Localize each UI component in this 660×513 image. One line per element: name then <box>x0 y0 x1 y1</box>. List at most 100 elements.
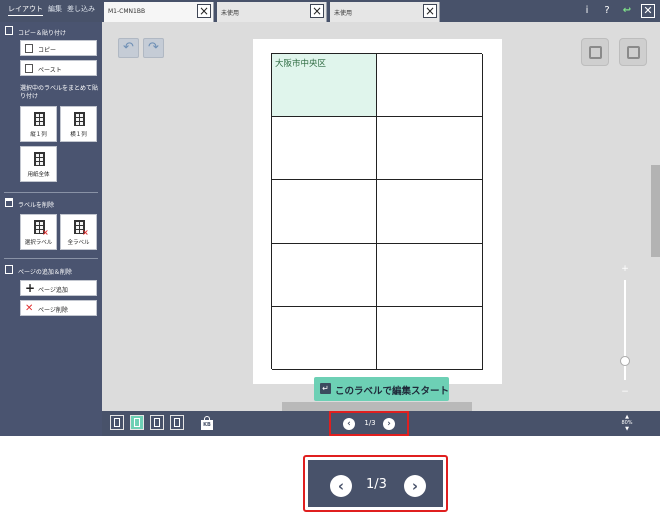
app-window: レイアウト 編集 差し込み M1-CMN1BB × 未使用 × 未使用 × i … <box>0 0 660 513</box>
delete-page-label: ページ削除 <box>38 307 68 314</box>
tab-layout[interactable]: レイアウト <box>8 4 43 16</box>
save-button[interactable] <box>581 38 609 66</box>
sidebar-divider <box>4 192 98 193</box>
copy-button-label: コピー <box>38 47 57 54</box>
label-cell[interactable] <box>272 180 377 244</box>
close-icon: ✕ <box>25 303 34 314</box>
add-page-button[interactable]: + ページ追加 <box>20 280 97 296</box>
zoom-knob[interactable] <box>620 356 630 366</box>
delete-page-button[interactable]: ✕ ページ削除 <box>20 300 97 316</box>
sidebar: コピー＆貼り付け コピー ペースト 選択中のラベルをまとめて貼り付け 縦１列 横… <box>0 22 102 436</box>
view-mode-1-button[interactable] <box>110 415 124 430</box>
undo-icon[interactable]: ↩ <box>621 3 633 19</box>
copy-icon <box>25 44 33 53</box>
trash-icon <box>5 198 13 207</box>
copy-button[interactable]: コピー <box>20 40 97 56</box>
grid-icon <box>34 152 45 166</box>
undo-arrow-icon: ↶ <box>123 40 134 55</box>
doc-tab-3[interactable]: 未使用 × <box>330 2 440 22</box>
page-indicator: 1/3 <box>364 419 376 427</box>
page-navigator: ‹ 1/3 › <box>329 411 409 436</box>
canvas-area: ↶ ↷ 大阪市中央区 + − ↵ このラベルで編集スタート <box>102 22 660 411</box>
label-cell[interactable] <box>272 243 377 307</box>
label-cell[interactable] <box>377 54 483 118</box>
fill-sheet-button[interactable]: 用紙全体 <box>20 146 57 182</box>
fill-sheet-label: 用紙全体 <box>27 172 50 178</box>
zoom-in-icon[interactable]: + <box>621 265 629 274</box>
delete-selected-label: 選択ラベル <box>24 240 53 246</box>
prev-page-button[interactable]: ‹ <box>343 418 355 430</box>
page-section-icon <box>5 265 13 274</box>
tab-merge[interactable]: 差し込み <box>67 4 95 14</box>
prev-page-button-large[interactable]: ‹ <box>330 475 352 497</box>
label-cell[interactable] <box>272 306 377 370</box>
page-navigator-enlarged: ‹ 1/3 › <box>303 455 448 512</box>
chevron-down-icon: ▼ <box>625 426 629 432</box>
next-page-button[interactable]: › <box>383 418 395 430</box>
label-cell[interactable] <box>377 117 483 181</box>
zoom-readout[interactable]: ▲ 80% ▼ <box>620 415 634 432</box>
fill-row-button[interactable]: 横１列 <box>60 106 97 142</box>
delete-x-icon: × <box>42 228 49 237</box>
paste-button-label: ペースト <box>38 67 62 74</box>
doc-tab-label: 未使用 <box>221 10 240 17</box>
view-mode-2-button[interactable] <box>130 415 144 430</box>
copy-section-title: コピー＆貼り付け <box>18 30 67 37</box>
print-icon <box>627 46 640 59</box>
close-app-icon[interactable]: ✕ <box>641 4 655 18</box>
delete-x-icon: × <box>82 228 89 237</box>
page-view-icon <box>134 418 140 427</box>
doc-tab-label: 未使用 <box>334 10 353 17</box>
label-cell[interactable] <box>377 180 483 244</box>
zoom-slider[interactable]: + − <box>620 265 630 397</box>
close-icon[interactable]: × <box>423 4 437 18</box>
grid-icon <box>74 112 85 126</box>
print-button[interactable] <box>619 38 647 66</box>
view-mode-4-button[interactable] <box>170 415 184 430</box>
vertical-scrollbar[interactable] <box>651 165 660 257</box>
redo-arrow-icon: ↷ <box>148 40 159 55</box>
horizontal-scrollbar[interactable] <box>282 402 472 411</box>
bottom-bar: KB ‹ 1/3 › ▲ 80% ▼ <box>102 411 660 436</box>
info-icon[interactable]: i <box>582 3 592 19</box>
delete-all-button[interactable]: × 全ラベル <box>60 214 97 250</box>
save-icon <box>589 46 602 59</box>
grid-icon <box>34 112 45 126</box>
copy-section-icon <box>5 26 13 35</box>
sidebar-divider <box>4 258 98 259</box>
label-cell[interactable] <box>272 117 377 181</box>
delete-all-label: 全ラベル <box>67 240 90 246</box>
label-cell[interactable]: 大阪市中央区 <box>272 54 377 118</box>
close-icon[interactable]: × <box>310 4 324 18</box>
label-sheet: 大阪市中央区 <box>253 39 502 384</box>
fill-column-button[interactable]: 縦１列 <box>20 106 57 142</box>
label-grid: 大阪市中央区 <box>271 53 483 370</box>
start-editing-button[interactable]: ↵ このラベルで編集スタート <box>314 377 449 401</box>
page-section-title: ページの追加＆削除 <box>18 269 72 276</box>
undo-button[interactable]: ↶ <box>118 38 139 58</box>
kb-label: KB <box>201 420 213 430</box>
close-icon[interactable]: × <box>197 4 211 18</box>
doc-tab-2[interactable]: 未使用 × <box>217 2 327 22</box>
page-navigator-enlarged-inner: ‹ 1/3 › <box>308 460 443 507</box>
paste-icon <box>25 64 33 73</box>
label-cell[interactable] <box>377 306 483 370</box>
help-icon[interactable]: ? <box>602 3 612 19</box>
delete-selected-button[interactable]: × 選択ラベル <box>20 214 57 250</box>
weight-icon[interactable]: KB <box>200 416 214 431</box>
doc-tab-label: M1-CMN1BB <box>108 8 146 15</box>
top-bar: レイアウト 編集 差し込み M1-CMN1BB × 未使用 × 未使用 × i … <box>0 0 660 22</box>
doc-tab-1[interactable]: M1-CMN1BB × <box>104 2 214 22</box>
zoom-out-icon[interactable]: − <box>621 388 629 397</box>
view-mode-3-button[interactable] <box>150 415 164 430</box>
plus-icon: + <box>25 281 36 295</box>
add-page-label: ページ追加 <box>38 287 68 294</box>
fill-column-label: 縦１列 <box>30 132 47 138</box>
redo-button[interactable]: ↷ <box>143 38 164 58</box>
tab-edit[interactable]: 編集 <box>48 4 62 14</box>
page-view-icon <box>114 418 120 427</box>
next-page-button-large[interactable]: › <box>404 475 426 497</box>
fill-row-label: 横１列 <box>70 132 87 138</box>
label-cell[interactable] <box>377 243 483 307</box>
paste-button[interactable]: ペースト <box>20 60 97 76</box>
